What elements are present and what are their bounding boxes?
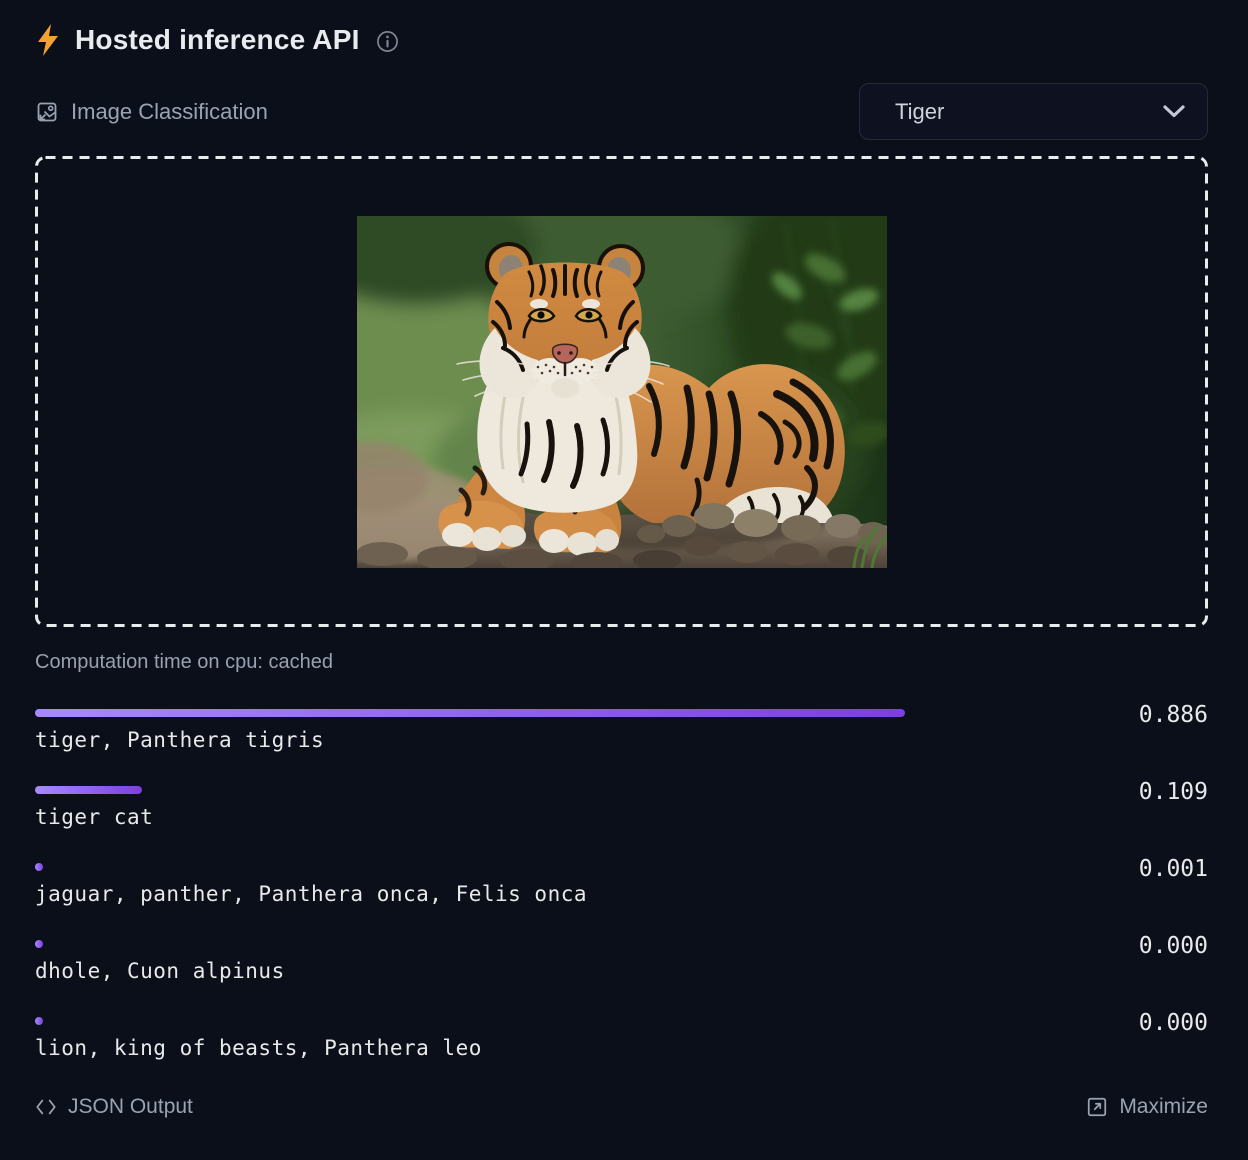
image-classification-icon [35, 100, 59, 124]
result-bar [35, 940, 43, 948]
result-score: 0.886 [1139, 702, 1208, 728]
classification-results: tiger, Panthera tigris 0.886 tiger cat 0… [35, 709, 1208, 1061]
maximize-icon [1086, 1096, 1108, 1118]
json-output-button[interactable]: JSON Output [35, 1095, 193, 1119]
widget-footer: JSON Output Maximize [35, 1094, 1208, 1120]
image-drop-zone[interactable] [35, 156, 1208, 627]
result-row: jaguar, panther, Panthera onca, Felis on… [35, 863, 1208, 907]
computation-time: Computation time on cpu: cached [35, 650, 1208, 674]
result-label: lion, king of beasts, Panthera leo [35, 1036, 1208, 1061]
result-label: tiger, Panthera tigris [35, 728, 1208, 753]
result-score: 0.000 [1139, 933, 1208, 959]
result-score: 0.001 [1139, 856, 1208, 882]
maximize-label: Maximize [1119, 1095, 1208, 1119]
result-score: 0.109 [1139, 779, 1208, 805]
result-bar [35, 709, 905, 717]
task-row: Image Classification Tiger [35, 83, 1208, 140]
result-row: lion, king of beasts, Panthera leo 0.000 [35, 1017, 1208, 1061]
result-bar-track [35, 709, 1017, 717]
chevron-down-icon [1163, 105, 1185, 118]
code-icon [35, 1096, 57, 1118]
task-label: Image Classification [71, 99, 268, 125]
result-bar [35, 863, 43, 871]
widget-header: Hosted inference API [35, 18, 1208, 62]
example-dropdown[interactable]: Tiger [859, 83, 1208, 140]
result-bar-track [35, 786, 1017, 794]
result-row: dhole, Cuon alpinus 0.000 [35, 940, 1208, 984]
example-dropdown-value: Tiger [895, 99, 944, 125]
lightning-bolt-icon [35, 23, 61, 57]
result-score: 0.000 [1139, 1010, 1208, 1036]
page-title: Hosted inference API [75, 24, 360, 56]
maximize-button[interactable]: Maximize [1086, 1095, 1208, 1119]
result-bar-track [35, 940, 1017, 948]
result-bar-track [35, 863, 1017, 871]
example-image-tiger [357, 216, 887, 568]
result-row: tiger, Panthera tigris 0.886 [35, 709, 1208, 753]
result-label: jaguar, panther, Panthera onca, Felis on… [35, 882, 1208, 907]
result-label: tiger cat [35, 805, 1208, 830]
info-icon[interactable] [376, 30, 399, 53]
result-row: tiger cat 0.109 [35, 786, 1208, 830]
task-label-group: Image Classification [35, 99, 268, 125]
result-label: dhole, Cuon alpinus [35, 959, 1208, 984]
json-output-label: JSON Output [68, 1095, 193, 1119]
result-bar-track [35, 1017, 1017, 1025]
result-bar [35, 1017, 43, 1025]
inference-widget: Hosted inference API Image Classificatio… [0, 0, 1248, 1160]
result-bar [35, 786, 142, 794]
